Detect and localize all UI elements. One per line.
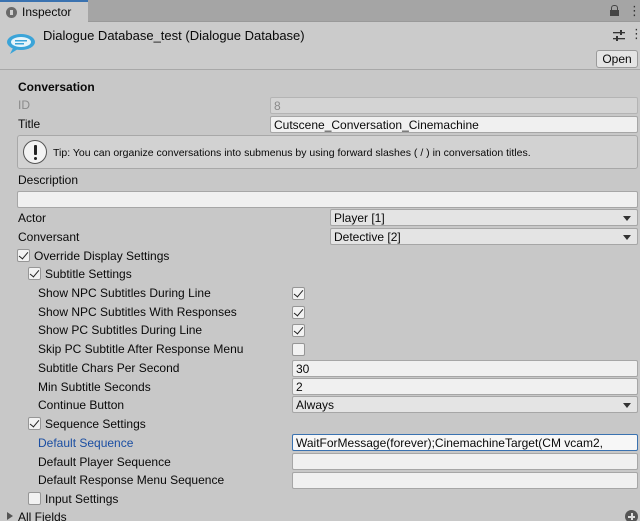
npc-during-label: Show NPC Subtitles During Line xyxy=(38,286,211,300)
open-button[interactable]: Open xyxy=(596,50,638,68)
actor-value: Player [1] xyxy=(334,210,385,225)
inspector-icon xyxy=(6,6,17,18)
description-field[interactable] xyxy=(17,191,638,208)
input-settings-label: Input Settings xyxy=(45,492,119,506)
title-label: Title xyxy=(18,117,41,131)
tab-label: Inspector xyxy=(22,5,72,19)
continue-button-value: Always xyxy=(296,397,335,412)
tab-inspector[interactable]: Inspector xyxy=(0,0,88,22)
tip-text: Tip: You can organize conversations into… xyxy=(53,147,531,159)
npc-with-responses-label: Show NPC Subtitles With Responses xyxy=(38,305,237,319)
header-kebab-icon[interactable]: ⋮ xyxy=(630,27,640,40)
description-label: Description xyxy=(18,173,79,187)
chars-per-second-label: Subtitle Chars Per Second xyxy=(38,361,180,375)
foldout-arrow-icon[interactable] xyxy=(7,512,13,520)
continue-button-dropdown[interactable]: Always xyxy=(292,396,638,413)
default-response-menu-sequence-label: Default Response Menu Sequence xyxy=(38,473,225,487)
tab-bar: Inspector ⋮ xyxy=(0,0,640,22)
conversant-value: Detective [2] xyxy=(334,229,401,244)
plus-icon[interactable] xyxy=(625,510,638,521)
npc-with-responses-checkbox[interactable] xyxy=(292,306,305,319)
dialogue-database-icon xyxy=(7,34,35,54)
continue-button-label: Continue Button xyxy=(38,398,125,412)
subtitle-settings-label: Subtitle Settings xyxy=(45,267,132,281)
lock-icon[interactable] xyxy=(610,5,619,16)
sequence-settings-label: Sequence Settings xyxy=(45,417,146,431)
default-sequence-field[interactable]: WaitForMessage(forever);CinemachineTarge… xyxy=(292,434,638,451)
id-label: ID xyxy=(18,98,30,112)
sliders-icon[interactable] xyxy=(613,30,625,42)
chevron-down-icon xyxy=(623,403,631,408)
inspector-header: Dialogue Database_test (Dialogue Databas… xyxy=(0,22,640,70)
all-fields-label[interactable]: All Fields xyxy=(18,510,67,521)
asset-title: Dialogue Database_test (Dialogue Databas… xyxy=(43,28,305,43)
skip-pc-label: Skip PC Subtitle After Response Menu xyxy=(38,342,244,356)
default-sequence-label: Default Sequence xyxy=(38,436,134,450)
conversant-label: Conversant xyxy=(18,230,80,244)
skip-pc-checkbox[interactable] xyxy=(292,343,305,356)
override-display-label: Override Display Settings xyxy=(34,249,170,263)
default-player-sequence-field[interactable] xyxy=(292,453,638,470)
default-player-sequence-label: Default Player Sequence xyxy=(38,455,171,469)
section-title: Conversation xyxy=(18,80,95,94)
chevron-down-icon xyxy=(623,216,631,221)
actor-dropdown[interactable]: Player [1] xyxy=(330,209,638,226)
chevron-down-icon xyxy=(623,235,631,240)
sequence-settings-checkbox[interactable] xyxy=(28,417,41,430)
subtitle-settings-checkbox[interactable] xyxy=(28,267,41,280)
pc-during-label: Show PC Subtitles During Line xyxy=(38,323,203,337)
default-response-menu-sequence-field[interactable] xyxy=(292,472,638,489)
override-display-checkbox[interactable] xyxy=(17,249,30,262)
min-seconds-label: Min Subtitle Seconds xyxy=(38,380,151,394)
min-seconds-field[interactable]: 2 xyxy=(292,378,638,395)
warning-icon xyxy=(23,140,47,164)
kebab-menu-icon[interactable]: ⋮ xyxy=(628,4,640,17)
input-settings-checkbox[interactable] xyxy=(28,492,41,505)
chars-per-second-field[interactable]: 30 xyxy=(292,360,638,377)
conversant-dropdown[interactable]: Detective [2] xyxy=(330,228,638,245)
pc-during-checkbox[interactable] xyxy=(292,324,305,337)
tip-box: Tip: You can organize conversations into… xyxy=(17,135,638,169)
actor-label: Actor xyxy=(18,211,47,225)
id-field: 8 xyxy=(270,97,638,114)
npc-during-checkbox[interactable] xyxy=(292,287,305,300)
title-field[interactable]: Cutscene_Conversation_Cinemachine xyxy=(270,116,638,133)
